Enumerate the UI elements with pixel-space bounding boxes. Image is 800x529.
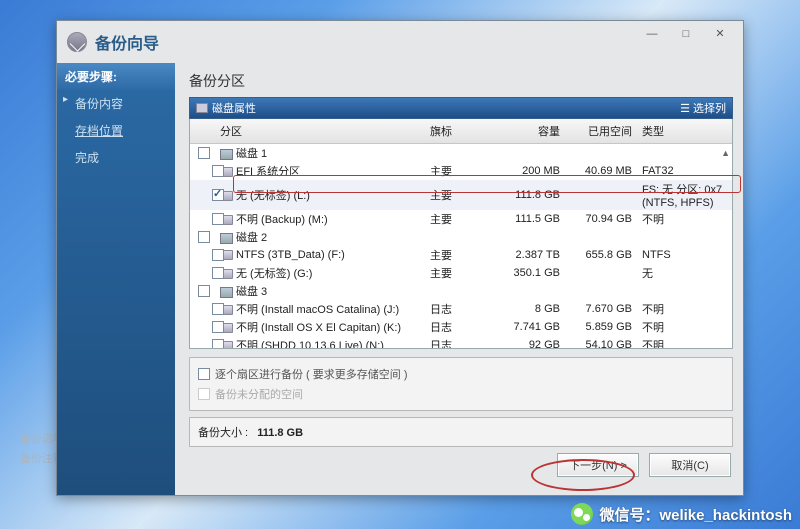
sector-backup-option[interactable]: 逐个扇区进行备份 ( 要求更多存储空间 ) xyxy=(198,364,724,384)
checkbox-icon[interactable] xyxy=(212,189,224,201)
partition-row[interactable]: 不明 (Install OS X El Capitan) (K:)日志7.741… xyxy=(190,318,732,336)
checkbox-icon[interactable] xyxy=(212,267,224,279)
backup-size-line: 备份大小 : 111.8 GB xyxy=(189,417,733,447)
disk-icon xyxy=(220,149,233,160)
window-title: 备份向导 xyxy=(95,30,159,54)
sidebar-step-location[interactable]: 存档位置 xyxy=(57,117,175,144)
window-controls: — □ ✕ xyxy=(635,25,737,45)
close-button[interactable]: ✕ xyxy=(703,25,737,45)
disk-panel-header: 磁盘属性 ☰ 选择列 xyxy=(189,97,733,119)
grid-header: 分区 旗标 容量 已用空间 类型 xyxy=(190,119,732,144)
sidebar: 必要步骤: 备份内容 存档位置 完成 xyxy=(57,63,175,495)
sidebar-header: 必要步骤: xyxy=(57,63,175,90)
select-columns-button[interactable]: ☰ 选择列 xyxy=(680,100,726,116)
wechat-icon xyxy=(571,503,593,525)
checkbox-icon[interactable] xyxy=(212,213,224,225)
col-partition[interactable]: 分区 xyxy=(220,122,430,140)
unallocated-backup-option[interactable]: 备份未分配的空间 xyxy=(198,384,724,404)
checkbox-icon[interactable] xyxy=(212,321,224,333)
page-title: 备份分区 xyxy=(189,71,733,91)
sidebar-step-finish[interactable]: 完成 xyxy=(57,144,175,171)
disk-icon xyxy=(220,287,233,298)
checkbox-icon[interactable] xyxy=(212,165,224,177)
checkbox-icon[interactable] xyxy=(198,147,210,159)
partition-row[interactable]: 不明 (Backup) (M:)主要111.5 GB70.94 GB不明 xyxy=(190,210,732,228)
backup-size-value: 111.8 GB xyxy=(257,427,303,439)
checkbox-icon[interactable] xyxy=(212,303,224,315)
disk-row[interactable]: 磁盘 2 xyxy=(190,228,732,246)
partition-row[interactable]: 无 (无标签) (G:)主要350.1 GB无 xyxy=(190,264,732,282)
disk-row[interactable]: 磁盘 1▲ xyxy=(190,144,732,162)
partition-row[interactable]: EFI 系统分区主要200 MB40.69 MBFAT32 xyxy=(190,162,732,180)
sidebar-step-content[interactable]: 备份内容 xyxy=(57,90,175,117)
button-bar: 下一步(N) > 取消(C) xyxy=(189,453,733,477)
app-icon xyxy=(67,32,87,52)
col-used[interactable]: 已用空间 xyxy=(566,122,638,140)
checkbox-icon[interactable] xyxy=(212,249,224,261)
partition-grid[interactable]: 分区 旗标 容量 已用空间 类型 磁盘 1▲EFI 系统分区主要200 MB40… xyxy=(189,119,733,349)
checkbox-icon[interactable] xyxy=(198,231,210,243)
col-flag[interactable]: 旗标 xyxy=(430,122,498,140)
partition-row[interactable]: 无 (无标签) (L:)主要111.8 GBFS: 无 分区: 0x7 (NTF… xyxy=(190,180,732,210)
col-capacity[interactable]: 容量 xyxy=(498,122,566,140)
disk-row[interactable]: 磁盘 3 xyxy=(190,282,732,300)
checkbox-icon xyxy=(198,388,210,400)
checkbox-icon[interactable] xyxy=(198,285,210,297)
options-panel: 逐个扇区进行备份 ( 要求更多存储空间 ) 备份未分配的空间 xyxy=(189,357,733,411)
partition-row[interactable]: NTFS (3TB_Data) (F:)主要2.387 TB655.8 GBNT… xyxy=(190,246,732,264)
backup-size-label: 备份大小 : xyxy=(198,427,248,439)
maximize-button[interactable]: □ xyxy=(669,25,703,45)
main-panel: 备份分区 磁盘属性 ☰ 选择列 分区 旗标 容量 已用空间 类型 磁盘 1▲EF… xyxy=(175,63,743,495)
checkbox-icon[interactable] xyxy=(198,368,210,380)
watermark-text: 微信号：welike_hackintosh xyxy=(599,504,792,525)
col-type[interactable]: 类型 xyxy=(638,122,732,140)
partition-row[interactable]: 不明 (SHDD 10.13.6 Live) (N:)日志92 GB54.10 … xyxy=(190,336,732,349)
checkbox-icon[interactable] xyxy=(212,339,224,349)
partition-row[interactable]: 不明 (Install macOS Catalina) (J:)日志8 GB7.… xyxy=(190,300,732,318)
watermark: 微信号：welike_hackintosh xyxy=(571,503,792,525)
next-button[interactable]: 下一步(N) > xyxy=(557,453,639,477)
cancel-button[interactable]: 取消(C) xyxy=(649,453,731,477)
minimize-button[interactable]: — xyxy=(635,25,669,45)
wizard-window: — □ ✕ 备份向导 必要步骤: 备份内容 存档位置 完成 备份分区 磁盘属性 … xyxy=(56,20,744,496)
disk-icon xyxy=(220,233,233,244)
disk-icon xyxy=(196,103,208,113)
disk-panel-title: 磁盘属性 xyxy=(212,100,256,116)
